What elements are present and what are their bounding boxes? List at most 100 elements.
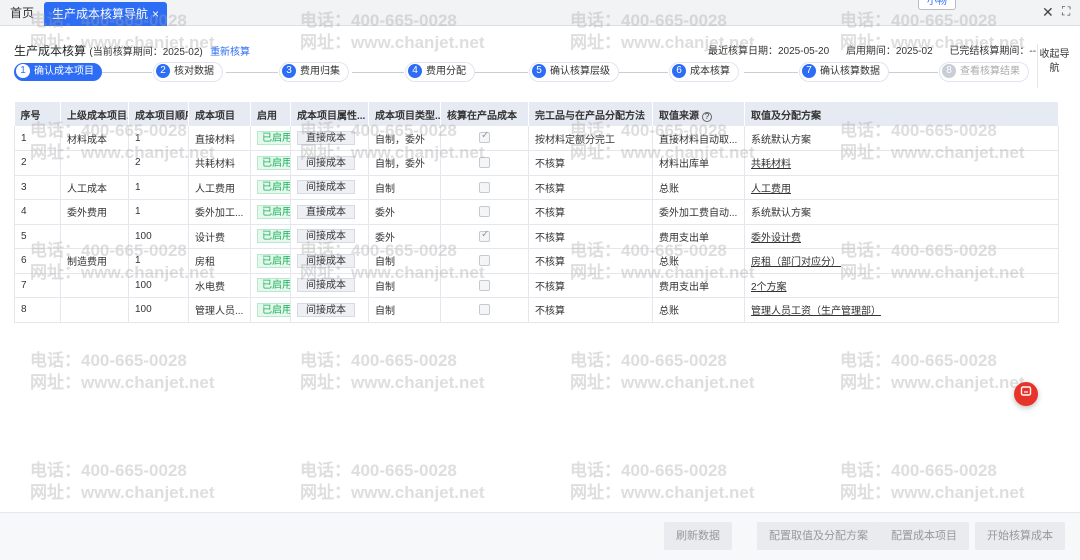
enabled-badge: 已启用 — [257, 302, 290, 317]
cell-type: 自制 — [368, 175, 441, 200]
cell-no: 5 — [14, 224, 61, 249]
plan-link[interactable]: 委外设计费 — [751, 233, 801, 244]
table-row[interactable]: 8 100 管理人员... 已启用 间接成本 自制 不核算 总账 管理人员工资（生产管理部） — [14, 297, 1059, 323]
enabled-badge: 已启用 — [257, 155, 290, 170]
cell-item: 水电费 — [188, 273, 251, 298]
step-6[interactable]: 6 成本核算 — [670, 63, 738, 81]
col-header[interactable]: 取值来源? — [652, 102, 745, 126]
cell-source: 费用支出单 — [652, 224, 745, 249]
wip-checkbox[interactable] — [479, 130, 490, 144]
wip-checkbox[interactable] — [479, 181, 490, 193]
wip-checkbox[interactable] — [479, 255, 490, 267]
col-header[interactable]: 成本项目顺序 — [128, 102, 189, 126]
attr-tag: 间接成本 — [297, 278, 355, 293]
step-3[interactable]: 3 费用归集 — [280, 63, 348, 81]
refresh-data-button[interactable]: 刷新数据 — [664, 522, 732, 550]
cell-order: 100 — [128, 224, 189, 249]
step-label: 费用分配 — [426, 66, 466, 77]
cell-attr: 间接成本 — [290, 224, 369, 249]
plan-link[interactable]: 人工费用 — [751, 184, 791, 195]
close-icon[interactable]: × — [152, 7, 159, 21]
wip-checkbox[interactable] — [479, 304, 490, 316]
col-header[interactable]: 成本项目类型... — [368, 102, 441, 126]
cell-order: 100 — [128, 273, 189, 298]
table-row[interactable]: 3 人工成本 1 人工费用 已启用 间接成本 自制 不核算 总账 人工费用 — [14, 175, 1059, 200]
cell-wip — [440, 224, 529, 249]
step-connector — [352, 72, 404, 73]
cell-no: 2 — [14, 150, 61, 176]
watermark-site: 网址：www.chanjet.net — [300, 33, 485, 52]
recalc-link[interactable]: 重新核算 — [210, 47, 250, 58]
cell-source: 直接材料自动取... — [652, 126, 745, 151]
plan-link[interactable]: 系统默认方案 — [751, 208, 811, 219]
enabled-badge: 已启用 — [257, 278, 290, 293]
col-header[interactable]: 启用 — [250, 102, 291, 126]
table-row[interactable]: 2 2 共耗材料 已启用 间接成本 自制，委外 不核算 材料出库单 共耗材料 — [14, 150, 1059, 176]
table-row[interactable]: 5 100设计费已启用间接成本委外 不核算费用支出单委外设计费 — [14, 224, 1059, 249]
plan-link[interactable]: 共耗材料 — [751, 159, 791, 170]
table-row[interactable]: 7 100 水电费 已启用 间接成本 自制 不核算 费用支出单 2个方案 — [14, 273, 1059, 298]
floating-chat-button[interactable] — [1014, 382, 1038, 406]
completed-period: 已完结核算期间：-- — [949, 46, 1037, 57]
cell-attr: 直接成本 — [290, 199, 369, 225]
step-number: 6 — [672, 64, 686, 78]
plan-link[interactable]: 房租（部门对应分） — [751, 257, 841, 268]
cell-wip — [440, 273, 529, 298]
table-row[interactable]: 6 制造费用 1 房租 已启用 间接成本 自制 不核算 总账 房租（部门对应分） — [14, 248, 1059, 274]
col-header[interactable]: 成本项目 — [188, 102, 251, 126]
cell-method: 不核算 — [528, 150, 653, 176]
enabled-badge: 已启用 — [257, 229, 290, 244]
col-header[interactable]: 成本项目属性... — [290, 102, 369, 126]
step-7[interactable]: 7 确认核算数据 — [800, 63, 888, 81]
helper-button[interactable]: 小畅 — [918, 0, 956, 10]
cell-method: 不核算 — [528, 248, 653, 274]
table-row[interactable]: 4 委外费用 1 委外加工... 已启用 直接成本 委外 不核算 委外加工费自动... 系统默认方… — [14, 199, 1059, 225]
attr-tag: 间接成本 — [297, 155, 355, 170]
cost-items-table: 序号 上级成本项目... 成本项目顺序 成本项目 启用 成本项目属性... 成本… — [14, 102, 1059, 323]
cell-source: 总账 — [652, 175, 745, 200]
cell-item: 委外加工... — [188, 199, 251, 225]
step-5[interactable]: 5 确认核算层级 — [530, 63, 618, 81]
col-header[interactable]: 上级成本项目... — [60, 102, 129, 126]
page-title-text: 生产成本核算 — [14, 44, 87, 58]
wip-checkbox[interactable] — [479, 279, 490, 291]
cell-type: 自制，委外 — [368, 126, 441, 151]
help-icon[interactable]: ? — [702, 111, 712, 122]
wip-checkbox[interactable] — [479, 206, 490, 218]
plan-link[interactable]: 2个方案 — [751, 282, 787, 293]
config-plan-button[interactable]: 配置取值及分配方案 — [757, 522, 880, 550]
cell-wip — [440, 199, 529, 225]
expand-window-icon[interactable]: ⛶ — [1062, 4, 1070, 19]
step-label: 成本核算 — [690, 66, 730, 77]
tab-cost-nav[interactable]: 生产成本核算导航 × — [44, 2, 168, 26]
plan-link[interactable]: 系统默认方案 — [751, 135, 811, 146]
collapse-nav-button[interactable]: 收起导航 — [1037, 44, 1071, 88]
wip-checkbox[interactable] — [479, 229, 490, 242]
col-header[interactable]: 核算在产品成本 — [440, 102, 529, 126]
cell-type: 自制 — [368, 248, 441, 274]
table-row[interactable]: 1材料成本1直接材料已启用直接成本自制，委外按材料定额分完工直接材料自动取...… — [14, 126, 1059, 151]
plan-link[interactable]: 管理人员工资（生产管理部） — [751, 306, 881, 317]
col-header[interactable]: 取值及分配方案 — [744, 102, 1059, 126]
tab-home[interactable]: 首页 — [0, 0, 44, 26]
watermark: 电话：400-665-0028 网址：www.chanjet.net — [30, 350, 215, 394]
cell-wip — [440, 248, 529, 274]
cell-wip — [440, 175, 529, 200]
step-1[interactable]: 1 确认成本项目 — [14, 63, 102, 81]
step-2[interactable]: 2 核对数据 — [154, 63, 222, 81]
config-items-button[interactable]: 配置成本项目 — [879, 522, 969, 550]
wip-checkbox[interactable] — [479, 157, 490, 169]
cell-enabled: 已启用 — [250, 273, 291, 298]
cell-plan: 委外设计费 — [744, 224, 1059, 249]
col-header[interactable]: 序号 — [14, 102, 61, 126]
cell-order: 1 — [128, 248, 189, 274]
cell-enabled: 已启用 — [250, 199, 291, 225]
cell-item: 直接材料 — [188, 126, 251, 151]
start-calc-button[interactable]: 开始核算成本 — [975, 522, 1065, 550]
cell-item: 设计费 — [188, 224, 251, 249]
step-connector — [744, 72, 798, 73]
step-4[interactable]: 4 费用分配 — [406, 63, 474, 81]
step-label: 确认成本项目 — [34, 66, 94, 77]
col-header[interactable]: 完工品与在产品分配方法 — [528, 102, 653, 126]
close-window-icon[interactable]: ✕ — [1042, 4, 1054, 21]
